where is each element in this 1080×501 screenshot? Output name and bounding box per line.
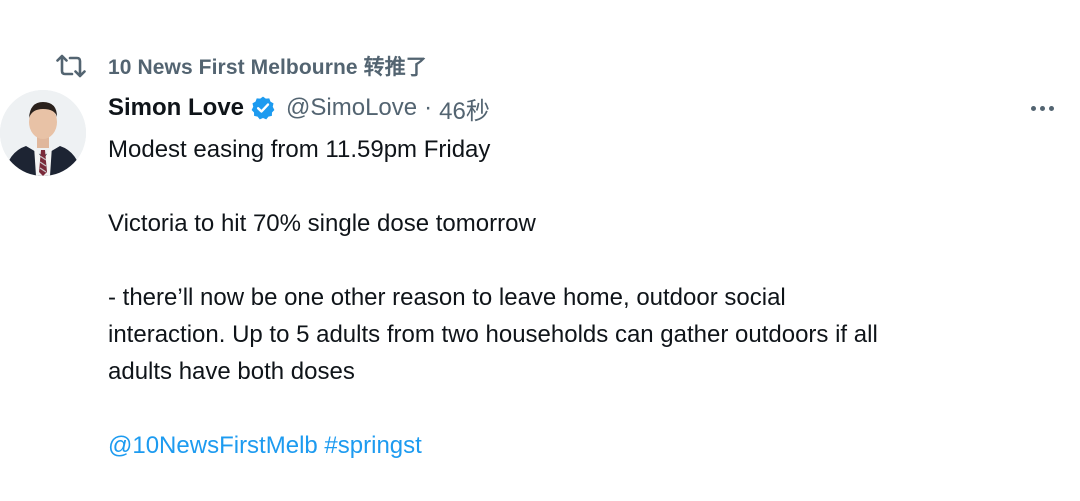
retweet-context[interactable]: 10 News First Melbourne 转推了 xyxy=(56,50,427,82)
verified-badge-icon xyxy=(250,95,276,121)
user-handle[interactable]: @SimoLove xyxy=(286,94,417,122)
mention-link[interactable]: @10NewsFirstMelb xyxy=(108,432,318,459)
tweet-line: interaction. Up to 5 adults from two hou… xyxy=(108,321,878,348)
tweet-card[interactable]: 10 News First Melbourne 转推了 Simon Love @… xyxy=(0,0,1080,501)
timestamp[interactable]: 46秒 xyxy=(439,91,490,126)
separator-dot: · xyxy=(424,94,433,121)
more-options-icon[interactable] xyxy=(1024,96,1060,120)
tweet-line: Modest easing from 11.59pm Friday xyxy=(108,136,491,163)
tweet-text: Modest easing from 11.59pm Friday Victor… xyxy=(108,131,1058,464)
avatar[interactable] xyxy=(0,90,86,176)
hashtag-link[interactable]: #springst xyxy=(324,432,421,459)
tweet-links-line: @10NewsFirstMelb #springst xyxy=(108,427,1058,464)
retweet-icon xyxy=(56,52,90,80)
tweet-header: Simon Love @SimoLove · 46秒 xyxy=(108,88,490,128)
tweet-line: Victoria to hit 70% single dose tomorrow xyxy=(108,210,536,237)
display-name[interactable]: Simon Love xyxy=(108,94,244,122)
tweet-line: adults have both doses xyxy=(108,358,355,385)
retweeted-by-label[interactable]: 10 News First Melbourne 转推了 xyxy=(108,51,427,81)
tweet-line: - there’ll now be one other reason to le… xyxy=(108,284,786,311)
